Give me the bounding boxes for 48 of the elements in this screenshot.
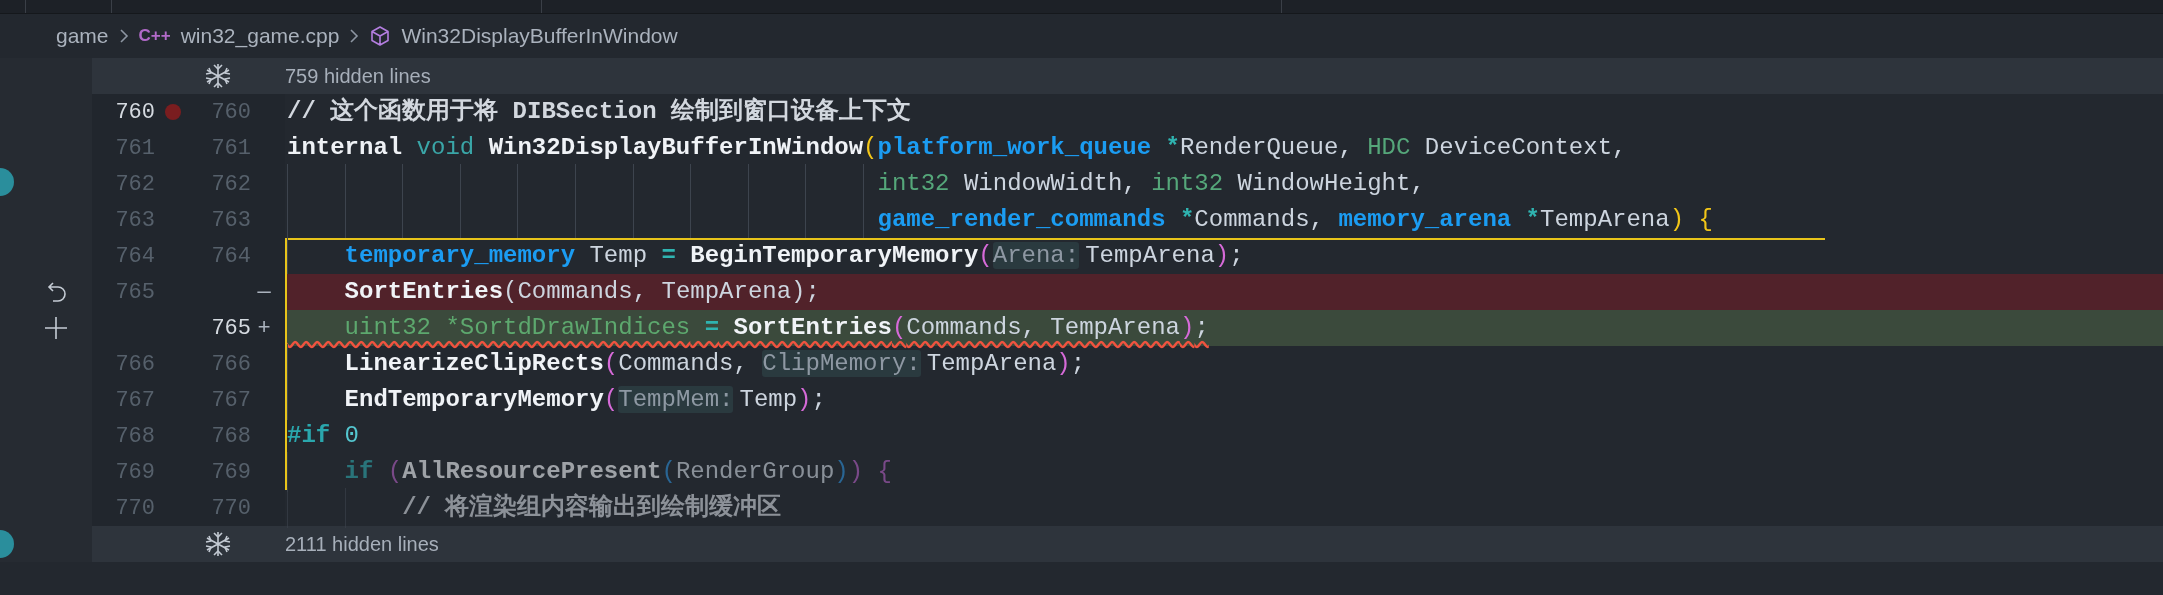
breadcrumb-item[interactable]: win32_game.cpp [180, 20, 340, 52]
line-number: 763 [210, 206, 251, 235]
code-line: // 将渲染组内容输出到绘制缓冲区 [287, 490, 782, 526]
code-line: EndTemporaryMemory(TempMem: Temp); [287, 382, 826, 418]
line-number: 761 [114, 134, 155, 163]
code-line: SortEntries(Commands, TempArena); [343, 277, 820, 307]
breadcrumb-item[interactable]: Win32DisplayBufferInWindow [401, 20, 678, 52]
line-number: 761 [210, 134, 251, 163]
code-line: internal void Win32DisplayBufferInWindow(platform_work_queue *RenderQueue, HDC DeviceContext, [287, 133, 1627, 163]
plus-icon[interactable] [44, 316, 68, 340]
chevron-icon [349, 28, 360, 44]
line-number: 768 [210, 422, 251, 451]
line-number: 762 [114, 170, 155, 199]
code-line: int32 WindowWidth, int32 WindowHeight, [287, 166, 1425, 202]
line-number: 770 [210, 494, 251, 523]
chevron-icon [118, 28, 129, 44]
line-number: 765 [210, 314, 251, 343]
line-number: 762 [210, 170, 251, 199]
line-number: 768 [114, 422, 155, 451]
revert-icon[interactable] [46, 280, 68, 304]
line-number: 760 [114, 98, 155, 127]
line-number: 769 [210, 458, 251, 487]
line-number: 760 [210, 98, 251, 127]
unfold-icon[interactable] [203, 529, 233, 559]
line-number: 767 [210, 386, 251, 415]
file-type-icon: C++ [138, 23, 171, 49]
line-number: 769 [114, 458, 155, 487]
code-line: if (AllResourcePresent(RenderGroup)) { [287, 454, 892, 490]
hidden-lines-label[interactable]: 759 hidden lines [285, 61, 431, 91]
hidden-lines-label[interactable]: 2111 hidden lines [285, 529, 439, 559]
diff-sign: + [256, 314, 272, 343]
diff-sign: — [256, 278, 272, 307]
line-number: 764 [210, 242, 251, 271]
line-number: 766 [114, 350, 155, 379]
code-line: #if 0 [287, 421, 360, 451]
line-number: 765 [114, 278, 155, 307]
unfold-icon[interactable] [203, 61, 233, 91]
line-number: 764 [114, 242, 155, 271]
code-line: game_render_commands *Commands, memory_arena *TempArena) { [287, 202, 1713, 238]
code-line: LinearizeClipRects(Commands, ClipMemory: TempArena); [287, 346, 1086, 382]
breadcrumb-item[interactable]: game [56, 20, 109, 52]
line-number: 767 [114, 386, 155, 415]
code-line: // 这个函数用于将 DIBSection 绘制到窗口设备上下文 [287, 96, 912, 127]
line-number: 766 [210, 350, 251, 379]
code-line: uint32 *SortdDrawIndices = SortEntries(Commands, TempArena); [343, 313, 1209, 343]
cube-icon [369, 25, 392, 47]
line-number: 770 [114, 494, 155, 523]
line-number: 763 [114, 206, 155, 235]
